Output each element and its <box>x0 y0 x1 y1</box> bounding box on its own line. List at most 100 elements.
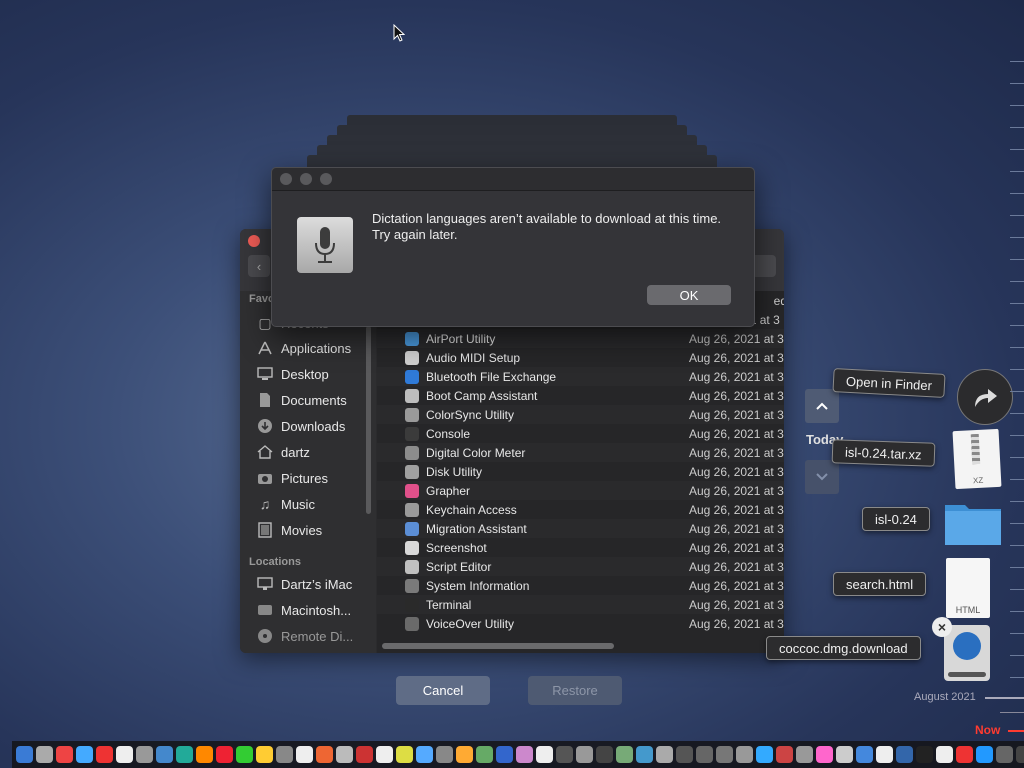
close-window-button[interactable] <box>248 235 260 247</box>
dock-app-icon[interactable] <box>656 746 673 763</box>
dock-app-icon[interactable] <box>776 746 793 763</box>
dock-app-icon[interactable] <box>716 746 733 763</box>
dock-app-icon[interactable] <box>376 746 393 763</box>
file-list-vertical-scrollbar[interactable] <box>366 326 371 514</box>
table-row[interactable]: Screenshot Aug 26, 2021 at 3 <box>377 538 784 557</box>
table-row[interactable]: VoiceOver Utility Aug 26, 2021 at 3 <box>377 614 784 633</box>
dock-app-icon[interactable] <box>236 746 253 763</box>
dock-app-icon[interactable] <box>296 746 313 763</box>
safari-download-icon[interactable] <box>944 625 990 681</box>
sidebar-item-remote-disc[interactable]: Remote Di... <box>256 624 353 648</box>
open-arrow-button[interactable] <box>957 369 1013 425</box>
dock-app-icon[interactable] <box>476 746 493 763</box>
table-row[interactable]: Keychain Access Aug 26, 2021 at 3 <box>377 500 784 519</box>
sidebar-item-desktop[interactable]: Desktop <box>256 362 329 386</box>
dock-app-icon[interactable] <box>36 746 53 763</box>
dock-app-icon[interactable] <box>556 746 573 763</box>
dock-app-icon[interactable] <box>496 746 513 763</box>
dock-app-icon[interactable] <box>616 746 633 763</box>
dock-app-icon[interactable] <box>396 746 413 763</box>
dock-app-icon[interactable] <box>196 746 213 763</box>
dock-app-icon[interactable] <box>136 746 153 763</box>
table-row[interactable]: ColorSync Utility Aug 26, 2021 at 3 <box>377 405 784 424</box>
dock-app-icon[interactable] <box>636 746 653 763</box>
time-machine-down-arrow[interactable] <box>805 460 839 494</box>
cancel-button[interactable]: Cancel <box>396 676 490 705</box>
ok-button[interactable]: OK <box>647 285 731 305</box>
dock-app-icon[interactable] <box>936 746 953 763</box>
stack-item-label[interactable]: coccoc.dmg.download <box>766 636 921 660</box>
restore-button[interactable]: Restore <box>528 676 622 705</box>
dock-app-icon[interactable] <box>856 746 873 763</box>
dock-app-icon[interactable] <box>156 746 173 763</box>
back-button[interactable]: ‹ <box>248 255 270 277</box>
dock-app-icon[interactable] <box>116 746 133 763</box>
table-row[interactable]: Digital Color Meter Aug 26, 2021 at 3 <box>377 443 784 462</box>
dock-app-icon[interactable] <box>436 746 453 763</box>
table-row[interactable]: Terminal Aug 26, 2021 at 3 <box>377 595 784 614</box>
file-list-horizontal-scrollbar[interactable] <box>382 643 614 649</box>
sidebar-item-documents[interactable]: Documents <box>256 388 347 412</box>
folder-icon[interactable] <box>943 499 1003 547</box>
remove-download-button[interactable]: × <box>932 617 952 637</box>
dock-app-icon[interactable] <box>796 746 813 763</box>
dock-app-icon[interactable] <box>456 746 473 763</box>
sidebar-item-home[interactable]: dartz <box>256 440 310 464</box>
dock-app-icon[interactable] <box>336 746 353 763</box>
time-machine-up-arrow[interactable] <box>805 389 839 423</box>
dock-app-icon[interactable] <box>916 746 933 763</box>
sidebar-item-pictures[interactable]: Pictures <box>256 466 328 490</box>
dock-app-icon[interactable] <box>256 746 273 763</box>
dock-app-icon[interactable] <box>216 746 233 763</box>
table-row[interactable]: Grapher Aug 26, 2021 at 3 <box>377 481 784 500</box>
stack-item-label[interactable]: search.html <box>833 572 927 596</box>
dock-app-icon[interactable] <box>736 746 753 763</box>
dock-app-icon[interactable] <box>576 746 593 763</box>
table-row[interactable]: Audio MIDI Setup Aug 26, 2021 at 3 <box>377 348 784 367</box>
dock-app-icon[interactable] <box>76 746 93 763</box>
open-in-finder-button[interactable]: Open in Finder <box>832 368 946 398</box>
sidebar-item-movies[interactable]: Movies <box>256 518 322 542</box>
dock-app-icon[interactable] <box>676 746 693 763</box>
table-row[interactable]: Migration Assistant Aug 26, 2021 at 3 <box>377 519 784 538</box>
table-row[interactable]: Bluetooth File Exchange Aug 26, 2021 at 3 <box>377 367 784 386</box>
dock-app-icon[interactable] <box>756 746 773 763</box>
dock-app-icon[interactable] <box>956 746 973 763</box>
dock-app-icon[interactable] <box>356 746 373 763</box>
table-row[interactable]: Disk Utility Aug 26, 2021 at 3 <box>377 462 784 481</box>
minimize-dialog-button[interactable] <box>300 173 312 185</box>
dock-app-icon[interactable] <box>536 746 553 763</box>
dock-app-icon[interactable] <box>596 746 613 763</box>
dock-app-icon[interactable] <box>696 746 713 763</box>
table-row[interactable]: Console Aug 26, 2021 at 3 <box>377 424 784 443</box>
dock-app-icon[interactable] <box>416 746 433 763</box>
stack-item-label[interactable]: isl-0.24 <box>862 507 930 531</box>
sidebar-item-macintosh-hd[interactable]: Macintosh... <box>256 598 351 622</box>
table-row[interactable]: System Information Aug 26, 2021 at 3 <box>377 576 784 595</box>
timeline-now-label[interactable]: Now <box>975 723 1000 737</box>
sidebar-item-imac[interactable]: Dartz’s iMac <box>256 572 352 596</box>
xz-file-icon[interactable]: XZ <box>952 428 1002 490</box>
dock-app-icon[interactable] <box>16 746 33 763</box>
dock-app-icon[interactable] <box>316 746 333 763</box>
dock-app-icon[interactable] <box>276 746 293 763</box>
html-file-icon[interactable]: HTML <box>946 558 990 618</box>
sidebar-item-downloads[interactable]: Downloads <box>256 414 345 438</box>
dock-app-icon[interactable] <box>836 746 853 763</box>
timeline-tick[interactable] <box>985 697 1024 699</box>
dock-app-icon[interactable] <box>56 746 73 763</box>
dock-app-icon[interactable] <box>1016 746 1024 763</box>
dock-app-icon[interactable] <box>976 746 993 763</box>
dock-app-icon[interactable] <box>896 746 913 763</box>
dock-app-icon[interactable] <box>516 746 533 763</box>
zoom-dialog-button[interactable] <box>320 173 332 185</box>
timeline-tick[interactable] <box>1000 712 1024 713</box>
dock-app-icon[interactable] <box>816 746 833 763</box>
table-row[interactable]: Script Editor Aug 26, 2021 at 3 <box>377 557 784 576</box>
dock-app-icon[interactable] <box>876 746 893 763</box>
sidebar-item-music[interactable]: ♫ Music <box>256 492 315 516</box>
stack-item-label[interactable]: isl-0.24.tar.xz <box>831 439 935 467</box>
dock-app-icon[interactable] <box>996 746 1013 763</box>
close-dialog-button[interactable] <box>280 173 292 185</box>
dock-app-icon[interactable] <box>176 746 193 763</box>
